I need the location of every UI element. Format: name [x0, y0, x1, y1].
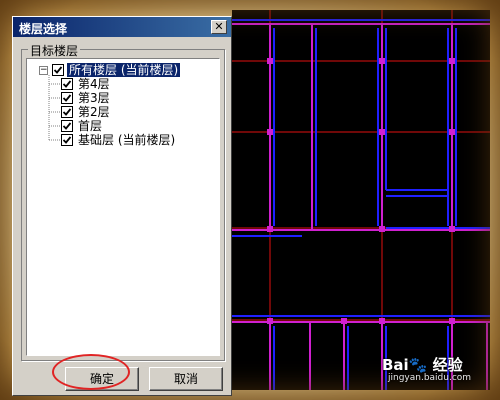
close-icon[interactable]: ✕ — [211, 20, 227, 34]
tree-label-floor-4: 第4层 — [78, 77, 110, 91]
tree-label-floor-2: 第2层 — [78, 105, 110, 119]
baidu-watermark: Bai🐾 经验 — [382, 356, 463, 374]
tree-label-floor-3: 第3层 — [78, 91, 110, 105]
floor-tree[interactable]: − 所有楼层 (当前楼层) 第4层 第3层 第2层 首层 基础层 (当前楼层) — [26, 58, 220, 356]
floor-plan-drawing — [232, 10, 490, 390]
checkbox-floor-4[interactable] — [61, 78, 73, 90]
dialog-title: 楼层选择 — [19, 22, 68, 36]
check-icon — [62, 136, 72, 144]
dialog-titlebar[interactable]: 楼层选择 — [13, 17, 231, 37]
checkbox-all-floors[interactable] — [52, 64, 64, 76]
checkbox-floor-3[interactable] — [61, 92, 73, 104]
baidu-watermark-url: jingyan.baidu.com — [388, 373, 472, 383]
checkbox-foundation[interactable] — [61, 134, 73, 146]
collapse-icon[interactable]: − — [39, 65, 48, 75]
floor-select-dialog: 楼层选择 ✕ 目标楼层 − 所有楼层 (当前楼层) 第4层 第3层 第2层 首层… — [12, 16, 232, 396]
target-floor-group: 目标楼层 − 所有楼层 (当前楼层) 第4层 第3层 第2层 首层 基础层 (当… — [21, 42, 225, 361]
ok-button[interactable]: 确定 — [65, 367, 139, 391]
tree-item-all-floors[interactable]: − 所有楼层 (当前楼层) — [39, 63, 181, 77]
tree-item-ground-floor[interactable]: 首层 — [61, 119, 104, 133]
tree-label-foundation: 基础层 (当前楼层) — [78, 133, 176, 147]
check-icon — [62, 80, 72, 88]
tree-item-floor-3[interactable]: 第3层 — [61, 91, 112, 105]
group-label: 目标楼层 — [28, 42, 81, 59]
tree-item-foundation[interactable]: 基础层 (当前楼层) — [61, 133, 177, 147]
tree-item-floor-4[interactable]: 第4层 — [61, 77, 112, 91]
check-icon — [62, 108, 72, 116]
tree-label-ground-floor: 首层 — [78, 119, 103, 133]
cancel-button[interactable]: 取消 — [149, 367, 223, 391]
check-icon — [62, 94, 72, 102]
check-icon — [62, 122, 72, 130]
tree-label-all-floors: 所有楼层 (当前楼层) — [67, 63, 181, 77]
check-icon — [53, 66, 63, 74]
tree-item-floor-2[interactable]: 第2层 — [61, 105, 112, 119]
cad-viewport[interactable] — [232, 10, 490, 390]
checkbox-floor-2[interactable] — [61, 106, 73, 118]
checkbox-ground-floor[interactable] — [61, 120, 73, 132]
